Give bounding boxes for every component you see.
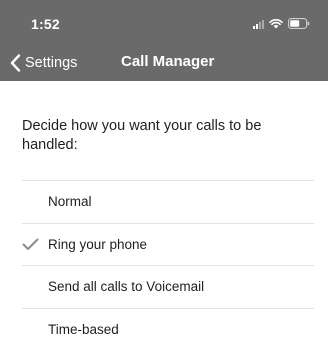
checkmark-icon xyxy=(22,238,39,251)
status-icons xyxy=(253,17,310,29)
option-label: Time-based xyxy=(48,321,119,337)
option-label: Normal xyxy=(48,194,92,209)
back-button[interactable]: Settings xyxy=(10,51,77,75)
call-handling-options: Normal Ring your phone Send all calls to… xyxy=(22,180,314,350)
page-title: Call Manager xyxy=(121,53,215,70)
intro-text: Decide how you want your calls to be han… xyxy=(22,118,262,153)
navigation-bar: Settings Call Manager xyxy=(0,46,328,81)
option-label: Ring your phone xyxy=(48,236,148,252)
option-label: Send all calls to Voicemail xyxy=(48,279,205,294)
option-send-to-voicemail[interactable]: Send all calls to Voicemail xyxy=(22,266,314,309)
status-time: 1:52 xyxy=(31,16,60,32)
option-normal[interactable]: Normal xyxy=(22,181,314,224)
call-manager-screen: 1:52 Settings Call Manager Decide how yo… xyxy=(0,0,328,350)
battery-icon xyxy=(288,18,310,29)
status-bar: 1:52 xyxy=(0,0,328,46)
wifi-icon xyxy=(269,18,283,29)
option-time-based[interactable]: Time-based xyxy=(22,309,314,350)
chevron-left-icon xyxy=(10,54,21,72)
back-button-label: Settings xyxy=(25,55,78,71)
signal-icon xyxy=(253,19,264,29)
option-ring-your-phone[interactable]: Ring your phone xyxy=(22,224,314,266)
